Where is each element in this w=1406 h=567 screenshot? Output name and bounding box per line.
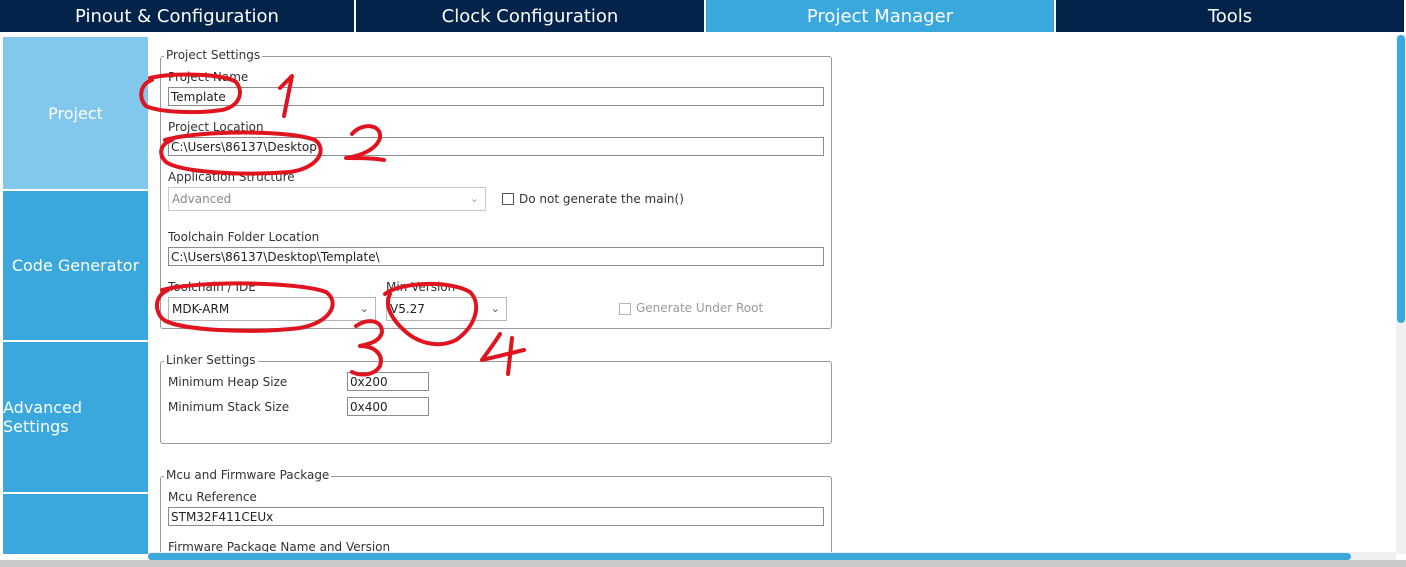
top-tab-bar: Pinout & Configuration Clock Configurati… — [0, 0, 1406, 32]
toolchain-ide-select[interactable]: MDK-ARM ⌄ — [168, 297, 376, 321]
heap-size-label: Minimum Heap Size — [168, 375, 288, 389]
tab-project-manager[interactable]: Project Manager — [706, 0, 1054, 32]
tab-tools[interactable]: Tools — [1056, 0, 1404, 32]
tab-label: Tools — [1207, 5, 1253, 27]
vertical-scrollbar-thumb[interactable] — [1397, 35, 1405, 323]
min-version-value: V5.27 — [390, 302, 425, 316]
chevron-down-icon: ⌄ — [490, 302, 500, 315]
application-structure-value: Advanced — [172, 192, 232, 206]
min-version-select[interactable]: V5.27 ⌄ — [386, 297, 507, 321]
mcu-reference-input[interactable]: STM32F411CEUx — [168, 507, 824, 526]
project-location-label: Project Location — [168, 120, 264, 134]
toolchain-ide-label: Toolchain / IDE — [168, 280, 256, 294]
project-name-input[interactable]: Template — [168, 87, 824, 106]
application-structure-select[interactable]: Advanced ⌄ — [168, 187, 486, 211]
min-version-label: Min Version — [386, 280, 456, 294]
project-name-label: Project Name — [168, 70, 249, 84]
no-main-label: Do not generate the main() — [519, 192, 684, 206]
sidebar-item-project[interactable]: Project — [3, 37, 148, 189]
tab-label: Project Manager — [806, 5, 954, 27]
vertical-scrollbar[interactable] — [1396, 35, 1406, 554]
sidebar-item-advanced-settings[interactable]: Advanced Settings — [3, 342, 148, 492]
stack-size-input[interactable]: 0x400 — [347, 397, 429, 416]
project-settings-legend: Project Settings — [164, 48, 263, 62]
sidebar-item-label: Project — [48, 103, 103, 123]
tab-pinout-configuration[interactable]: Pinout & Configuration — [0, 0, 354, 32]
sidebar-item-label: Advanced Settings — [3, 398, 83, 436]
chevron-down-icon: ⌄ — [359, 302, 369, 315]
sidebar-item-code-generator[interactable]: Code Generator — [3, 191, 148, 340]
application-structure-label: Application Structure — [168, 170, 295, 184]
project-location-input[interactable]: C:\Users\86137\Desktop — [168, 137, 824, 156]
horizontal-scrollbar-thumb[interactable] — [148, 553, 1351, 560]
sidebar: Project Code Generator Advanced Settings — [0, 32, 148, 554]
mcu-reference-label: Mcu Reference — [168, 490, 257, 504]
mcu-package-legend: Mcu and Firmware Package — [164, 468, 332, 482]
no-main-checkbox[interactable] — [502, 193, 514, 205]
tab-label: Pinout & Configuration — [75, 5, 279, 27]
generate-under-root-checkbox[interactable] — [619, 303, 631, 315]
toolchain-folder-input[interactable]: C:\Users\86137\Desktop\Template\ — [168, 247, 824, 266]
generate-under-root-label: Generate Under Root — [636, 301, 764, 315]
linker-settings-legend: Linker Settings — [164, 353, 258, 367]
sidebar-item-label: Code Generator — [11, 256, 140, 275]
chevron-down-icon: ⌄ — [469, 192, 479, 205]
bottom-strip — [0, 560, 1406, 567]
stack-size-label: Minimum Stack Size — [168, 400, 290, 414]
horizontal-scrollbar[interactable] — [148, 552, 1396, 560]
main-panel: Project Settings Project Name Template P… — [148, 35, 1395, 554]
heap-size-input[interactable]: 0x200 — [347, 372, 429, 391]
tab-label: Clock Configuration — [441, 5, 619, 27]
toolchain-folder-label: Toolchain Folder Location — [168, 230, 320, 244]
toolchain-ide-value: MDK-ARM — [172, 302, 230, 316]
sidebar-item-empty — [3, 494, 148, 554]
tab-clock-configuration[interactable]: Clock Configuration — [356, 0, 704, 32]
